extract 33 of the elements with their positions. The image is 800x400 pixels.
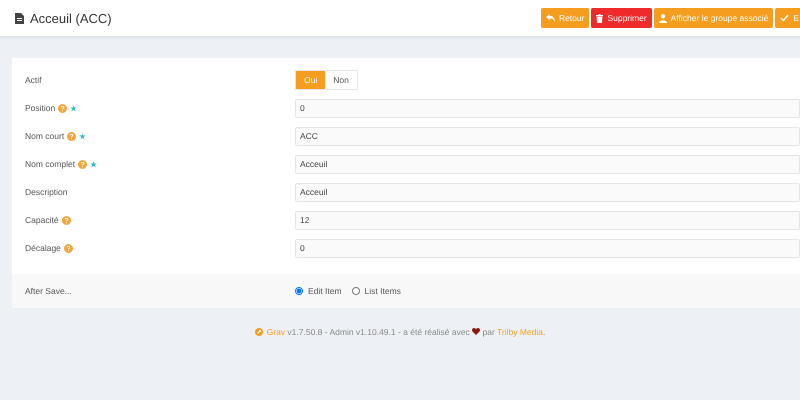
field-label: Capacité: [25, 215, 59, 225]
user-icon: [658, 14, 667, 22]
radio-label[interactable]: Edit Item: [308, 286, 342, 296]
help-icon[interactable]: [62, 216, 71, 224]
radio-label[interactable]: List Items: [364, 286, 401, 296]
check-icon: [780, 14, 790, 22]
text-field[interactable]: Acceuil: [295, 154, 800, 174]
grav-logo-icon: [254, 328, 263, 336]
text-field[interactable]: Acceuil: [295, 182, 800, 202]
field-label: Position: [25, 103, 56, 113]
document-icon: [15, 12, 24, 24]
text-field[interactable]: 0: [295, 98, 800, 118]
help-icon[interactable]: [64, 244, 73, 252]
field-label: Description: [25, 187, 68, 197]
footer-text: Grav v1.7.50.8 - Admin v1.10.49.1 - a été réalisé avec par Trilby Media.: [266, 327, 546, 337]
field-label: Nom court: [25, 131, 64, 141]
text-field[interactable]: 12: [295, 210, 800, 230]
radio-button[interactable]: [295, 287, 303, 295]
page-title: Acceuil (ACC): [30, 10, 112, 26]
after-save-label: After Save...: [25, 286, 72, 296]
field-label: Actif: [25, 75, 42, 85]
trash-icon: [596, 14, 604, 22]
radio-button[interactable]: [352, 287, 360, 295]
delete-button[interactable]: Supprimer: [591, 8, 652, 28]
heart-icon: [472, 328, 480, 335]
text-field[interactable]: 0: [295, 238, 800, 258]
help-icon[interactable]: [67, 132, 76, 140]
help-icon[interactable]: [58, 104, 68, 112]
reply-arrow-icon: [546, 14, 555, 22]
text-field[interactable]: ACC: [295, 126, 800, 146]
field-label: Décalage: [25, 243, 61, 253]
field-label: Nom complet: [25, 159, 76, 169]
help-icon[interactable]: [78, 160, 88, 168]
